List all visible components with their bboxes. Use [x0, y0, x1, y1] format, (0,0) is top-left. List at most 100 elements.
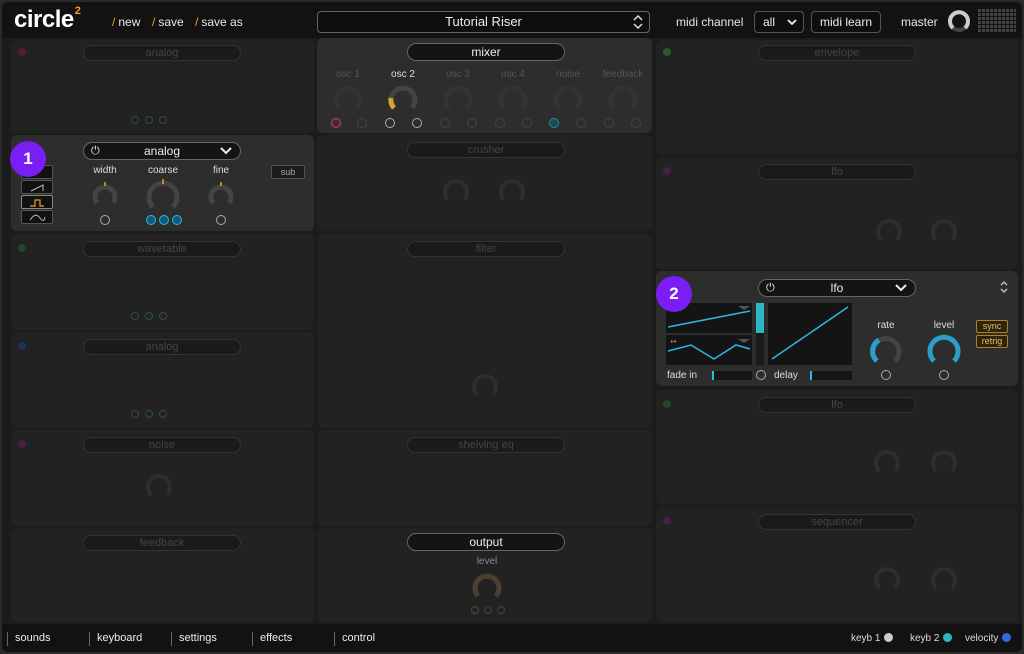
rate-label: rate	[877, 320, 895, 331]
lfo-header[interactable]: ⏻ lfo	[758, 279, 916, 297]
rate-mod-dot[interactable]	[881, 370, 891, 380]
fade-in-label: fade in	[667, 370, 698, 381]
delay-slider[interactable]	[810, 371, 852, 380]
osc1-level-knob[interactable]	[332, 82, 364, 114]
app-logo: circle2	[14, 5, 81, 33]
fine-label: fine	[212, 165, 230, 176]
width-mod-dot[interactable]	[100, 215, 110, 225]
width-knob[interactable]	[91, 180, 119, 208]
osc1-mod-dot[interactable]	[331, 118, 341, 128]
wave-triangle-button[interactable]	[21, 210, 53, 224]
osc2-mod-dot[interactable]	[385, 118, 395, 128]
master-meter	[978, 9, 1016, 33]
tab-effects[interactable]: effects	[252, 632, 292, 646]
feedback-module-dim: feedback	[11, 528, 314, 622]
step-badge-2: 2	[656, 276, 692, 312]
osc1-module-dim: analog	[11, 40, 314, 133]
mixer-channel-label: osc 4	[501, 69, 525, 80]
fade-in-slider[interactable]	[712, 371, 752, 380]
noise-level-knob[interactable]	[552, 82, 584, 114]
osc2-mod-dot[interactable]	[412, 118, 422, 128]
mixer-channel-label: feedback	[602, 69, 644, 80]
feedback-level-knob[interactable]	[607, 82, 639, 114]
output-level-label: level	[476, 556, 498, 567]
preset-selector[interactable]: Tutorial Riser	[317, 11, 650, 33]
updown-chevron-icon[interactable]	[1000, 281, 1008, 293]
osc3-mod-dot[interactable]	[467, 118, 477, 128]
velocity-dot	[1002, 633, 1012, 642]
mixer-title: mixer	[407, 43, 565, 61]
osc1-mod-dot[interactable]	[357, 118, 367, 128]
sync-button[interactable]: sync	[976, 320, 1008, 333]
coarse-mod-dot[interactable]	[159, 215, 169, 225]
lfo3-module-dim: lfo	[656, 390, 1018, 504]
sequencer-module-dim: sequencer	[656, 507, 1018, 622]
coarse-mod-dot[interactable]	[172, 215, 182, 225]
mixer-channel-label: noise	[556, 69, 580, 80]
fine-mod-dot[interactable]	[216, 215, 226, 225]
step-badge-1: 1	[10, 141, 46, 177]
envelope-module-dim: envelope	[656, 40, 1018, 154]
coarse-label: coarse	[147, 165, 178, 176]
osc4-mod-dot[interactable]	[522, 118, 532, 128]
menu-save-as[interactable]: / save as	[195, 15, 243, 29]
coarse-knob[interactable]	[145, 177, 181, 213]
midi-channel-label: midi channel	[676, 15, 744, 29]
lfo-envelope-graph[interactable]	[768, 303, 852, 365]
delay-label: delay	[774, 370, 798, 381]
saw-wave-icon	[30, 184, 44, 192]
menu-new[interactable]: / new	[112, 15, 140, 29]
fade-in-mod-dot[interactable]	[756, 370, 766, 380]
wave-saw-button[interactable]	[21, 180, 53, 194]
output-level-knob[interactable]	[471, 570, 503, 602]
updown-chevron-icon	[633, 15, 643, 29]
osc3-level-knob[interactable]	[442, 82, 474, 114]
level-label: level	[933, 320, 955, 331]
top-bar: circle2 /new / save / save as Tutorial Ris…	[2, 2, 1022, 38]
lfo-mix-slider[interactable]	[756, 303, 764, 365]
midi-channel-select[interactable]: all	[754, 11, 804, 33]
rate-knob[interactable]	[869, 333, 903, 367]
output-title: output	[407, 533, 565, 551]
tab-keyboard[interactable]: keyboard	[89, 632, 142, 646]
fine-knob[interactable]	[207, 180, 235, 208]
sine-wave-icon	[29, 214, 46, 221]
master-volume-knob[interactable]	[947, 9, 971, 33]
level-mod-dot[interactable]	[939, 370, 949, 380]
crusher-module-dim: crusher	[317, 135, 652, 231]
osc3-module-dim: wavetable	[11, 234, 314, 330]
osc3-mod-dot[interactable]	[440, 118, 450, 128]
osc4-mod-dot[interactable]	[495, 118, 505, 128]
velocity-indicator: velocity	[965, 633, 1012, 644]
shelving-eq-module-dim: shelving eq	[317, 430, 652, 526]
tab-sounds[interactable]: sounds	[7, 632, 50, 646]
mixer-channel-label: osc 3	[446, 69, 470, 80]
tab-settings[interactable]: settings	[171, 632, 217, 646]
sub-button[interactable]: sub	[271, 165, 305, 179]
osc4-module-dim: analog	[11, 332, 314, 428]
analog-header[interactable]: ⏻ analog	[83, 142, 241, 160]
chevron-down-icon	[895, 284, 907, 292]
osc2-level-knob[interactable]	[387, 82, 419, 114]
noise-mod-dot[interactable]	[549, 118, 559, 128]
preset-name: Tutorial Riser	[445, 14, 522, 29]
feedback-mod-dot[interactable]	[631, 118, 641, 128]
lfo1-module-dim: lfo	[656, 157, 1018, 269]
svg-text:↔: ↔	[670, 337, 677, 346]
keyb2-indicator: keyb 2	[910, 633, 953, 644]
menu-save[interactable]: / save	[152, 15, 184, 29]
retrig-button[interactable]: retrig	[976, 335, 1008, 348]
noise-mod-dot[interactable]	[576, 118, 586, 128]
keyb1-indicator: keyb 1	[851, 633, 894, 644]
tab-control[interactable]: control	[334, 632, 375, 646]
mixer-channel-label: osc 1	[336, 69, 360, 80]
output-module: output level	[317, 528, 652, 622]
wave-square-button[interactable]	[21, 195, 53, 209]
coarse-mod-dot[interactable]	[146, 215, 156, 225]
lfo-shape-graph-2[interactable]: ↔	[666, 335, 752, 365]
midi-learn-button[interactable]: midi learn	[811, 11, 882, 33]
feedback-mod-dot[interactable]	[604, 118, 614, 128]
level-knob[interactable]	[926, 331, 962, 367]
osc4-level-knob[interactable]	[497, 82, 529, 114]
chevron-down-icon	[220, 147, 232, 155]
